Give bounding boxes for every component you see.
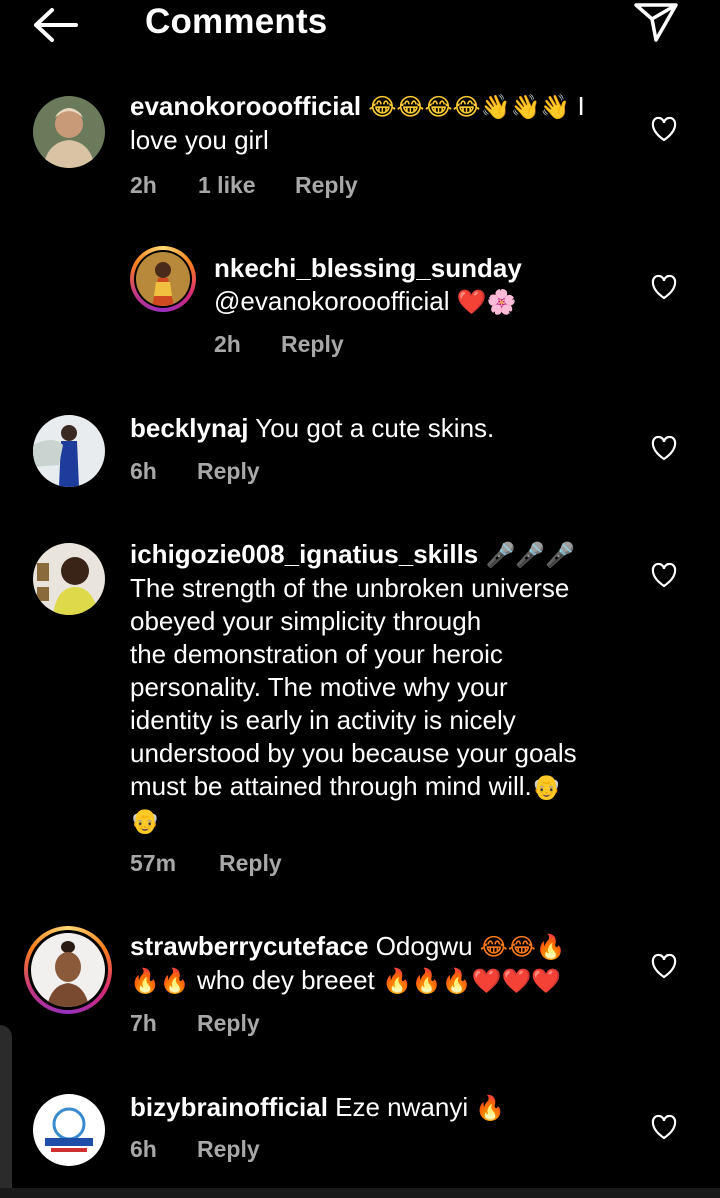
comment-item: becklynaj You got a cute skins. 6h Reply <box>0 410 720 500</box>
avatar[interactable] <box>33 543 105 615</box>
comment-text: evanokorooofficial 😂😂😂😂👋👋👋 I love you gi… <box>130 90 630 157</box>
heart-icon[interactable] <box>650 562 678 588</box>
comment-username[interactable]: nkechi_blessing_sunday <box>214 253 522 283</box>
reply-button[interactable]: Reply <box>219 850 282 877</box>
reply-button[interactable]: Reply <box>197 1010 260 1037</box>
comment-body: You got a cute skins. <box>248 413 495 443</box>
reply-button[interactable]: Reply <box>197 458 260 485</box>
comment-body-line: the demonstration of your heroic <box>130 639 503 669</box>
comment-body: Eze nwanyi <box>327 1092 476 1122</box>
page-title: Comments <box>145 2 328 41</box>
comment-meta: 7h Reply <box>130 1010 430 1040</box>
heart-icon[interactable] <box>650 953 678 979</box>
comment-text: bizybrainofficial Eze nwanyi 🔥 <box>130 1091 630 1125</box>
comment-time: 57m <box>130 850 177 876</box>
emoji-old-man: 👴 <box>531 773 562 801</box>
comment-item: evanokorooofficial 😂😂😂😂👋👋👋 I love you gi… <box>0 90 720 210</box>
comment-text: becklynaj You got a cute skins. <box>130 412 630 445</box>
avatar-story-ring[interactable] <box>24 926 112 1014</box>
comment-meta: 6h Reply <box>130 458 430 488</box>
comment-body-line: who dey breeet <box>197 965 383 995</box>
comment-body-line: The strength of the unbroken universe <box>130 573 570 603</box>
share-button[interactable] <box>632 0 680 44</box>
emoji-fire: 🔥 <box>475 1094 506 1122</box>
comment-time: 2h <box>130 172 157 198</box>
comment-username[interactable]: ichigozie008_ignatius_skills <box>130 539 478 569</box>
comment-time: 6h <box>130 458 157 484</box>
mention-link[interactable]: @evanokorooofficial <box>214 286 450 316</box>
comment-body-line: identity is early in activity is nicely <box>130 705 516 735</box>
avatar <box>31 933 105 1007</box>
emoji-fire: 🔥🔥 <box>130 967 190 995</box>
reply-button[interactable]: Reply <box>281 331 344 358</box>
comment-time: 7h <box>130 1010 157 1036</box>
emoji-laugh-fire: 😂😂🔥 <box>479 933 566 961</box>
comment-meta: 2h Reply <box>214 331 514 361</box>
comment-body-line: personality. The motive why your <box>130 672 508 702</box>
top-bar: Comments <box>0 0 720 48</box>
emoji-old-man: 👴 <box>130 807 160 835</box>
comment-username[interactable]: becklynaj <box>130 413 249 443</box>
comment-username[interactable]: bizybrainofficial <box>130 1092 328 1122</box>
avatar[interactable] <box>33 415 105 487</box>
comment-body-line: obeyed your simplicity through <box>130 606 482 636</box>
avatar[interactable] <box>33 1094 105 1166</box>
comment-text: strawberrycuteface Odogwu 😂😂🔥 🔥🔥 who dey… <box>130 930 630 998</box>
comment-meta: 6h Reply <box>130 1136 430 1166</box>
avatar <box>136 252 190 306</box>
comment-body-line: must be attained through mind will. <box>130 771 532 801</box>
comment-time: 2h <box>214 331 241 357</box>
reply-button[interactable]: Reply <box>197 1136 260 1163</box>
emoji-laugh-wave: 😂😂😂😂👋👋👋 <box>368 93 571 121</box>
comment-text: nkechi_blessing_sunday @evanokoroooffici… <box>214 252 634 319</box>
arrow-left-icon <box>34 8 78 42</box>
emoji-microphone: 🎤🎤🎤 <box>485 541 576 569</box>
comment-body: I <box>570 91 585 121</box>
comment-meta: 57m Reply <box>130 850 430 880</box>
comment-body-line: understood by you because your goals <box>130 738 577 768</box>
comment-composer-edge <box>0 1188 720 1198</box>
comment-meta: 2h 1 like Reply <box>130 172 530 202</box>
comment-body-line: love you girl <box>130 125 269 155</box>
back-button[interactable] <box>30 4 80 44</box>
heart-icon[interactable] <box>650 274 678 300</box>
avatar-story-ring[interactable] <box>130 246 196 312</box>
comment-item: strawberrycuteface Odogwu 😂😂🔥 🔥🔥 who dey… <box>0 926 720 1046</box>
heart-icon[interactable] <box>650 1114 678 1140</box>
heart-icon[interactable] <box>650 116 678 142</box>
comment-username[interactable]: evanokorooofficial <box>130 91 361 121</box>
comment-body: Odogwu <box>368 931 480 961</box>
comment-item: bizybrainofficial Eze nwanyi 🔥 6h Reply <box>0 1090 720 1180</box>
heart-icon[interactable] <box>650 435 678 461</box>
emoji-heart-flower: ❤️🌸 <box>456 288 517 316</box>
like-count[interactable]: 1 like <box>198 172 256 199</box>
paper-plane-icon <box>634 3 678 42</box>
reply-comment-item: nkechi_blessing_sunday @evanokoroooffici… <box>0 246 720 366</box>
comment-username[interactable]: strawberrycuteface <box>130 931 368 961</box>
edge-scroll-handle[interactable] <box>0 1025 12 1198</box>
comment-item: ichigozie008_ignatius_skills 🎤🎤🎤 The str… <box>0 538 720 888</box>
comment-text: ichigozie008_ignatius_skills 🎤🎤🎤 The str… <box>130 538 630 838</box>
avatar[interactable] <box>33 96 105 168</box>
emoji-fire-heart: 🔥🔥🔥❤️❤️❤️ <box>382 967 562 995</box>
comment-time: 6h <box>130 1136 157 1162</box>
reply-button[interactable]: Reply <box>295 172 358 199</box>
